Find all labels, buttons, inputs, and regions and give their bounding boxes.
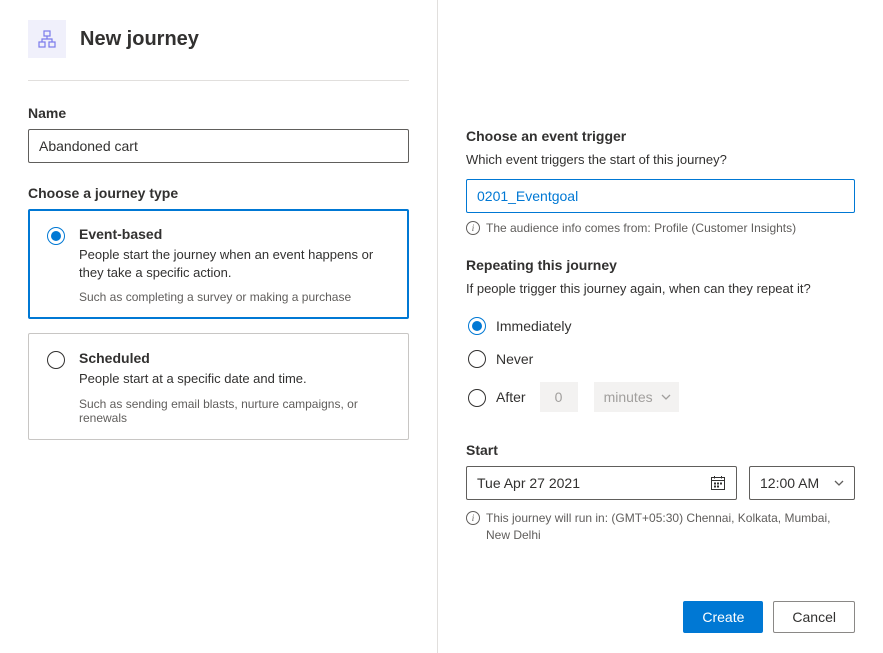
dialog-header: New journey — [28, 20, 409, 81]
type-title: Event-based — [79, 226, 390, 242]
journey-icon — [28, 20, 66, 58]
repeat-never[interactable]: Never — [468, 349, 853, 368]
type-desc: People start at a specific date and time… — [79, 370, 390, 388]
after-unit-select: minutes — [594, 382, 679, 412]
cancel-button[interactable]: Cancel — [773, 601, 855, 633]
start-label: Start — [466, 442, 855, 458]
name-label: Name — [28, 105, 409, 121]
radio-never[interactable] — [468, 350, 486, 368]
start-date-input[interactable]: Tue Apr 27 2021 — [466, 466, 737, 500]
calendar-icon — [710, 475, 726, 491]
type-hint: Such as completing a survey or making a … — [79, 290, 390, 304]
create-button[interactable]: Create — [683, 601, 763, 633]
type-desc: People start the journey when an event h… — [79, 246, 390, 282]
radio-scheduled[interactable] — [47, 351, 65, 369]
dialog-title: New journey — [80, 28, 199, 51]
radio-after[interactable] — [468, 389, 486, 407]
event-trigger-input[interactable] — [466, 179, 855, 213]
repeat-after[interactable]: After minutes — [468, 382, 853, 412]
name-input[interactable] — [28, 129, 409, 163]
info-icon: i — [466, 511, 480, 525]
journey-type-event-based[interactable]: Event-based People start the journey whe… — [28, 209, 409, 319]
radio-event-based[interactable] — [47, 227, 65, 245]
trigger-subtext: Which event triggers the start of this j… — [466, 152, 855, 167]
radio-immediately[interactable] — [468, 317, 486, 335]
trigger-label: Choose an event trigger — [466, 128, 855, 144]
chevron-down-icon — [834, 480, 844, 486]
repeat-subtext: If people trigger this journey again, wh… — [466, 281, 855, 296]
repeat-immediately[interactable]: Immediately — [468, 316, 853, 335]
start-time-select[interactable]: 12:00 AM — [749, 466, 855, 500]
repeat-label: Repeating this journey — [466, 257, 855, 273]
journey-type-scheduled[interactable]: Scheduled People start at a specific dat… — [28, 333, 409, 439]
type-hint: Such as sending email blasts, nurture ca… — [79, 397, 390, 425]
trigger-info: The audience info comes from: Profile (C… — [486, 221, 796, 235]
chevron-down-icon — [661, 394, 671, 400]
type-title: Scheduled — [79, 350, 390, 366]
after-value-input — [540, 382, 578, 412]
start-timezone-info: This journey will run in: (GMT+05:30) Ch… — [486, 510, 855, 544]
journey-type-label: Choose a journey type — [28, 185, 409, 201]
info-icon: i — [466, 221, 480, 235]
